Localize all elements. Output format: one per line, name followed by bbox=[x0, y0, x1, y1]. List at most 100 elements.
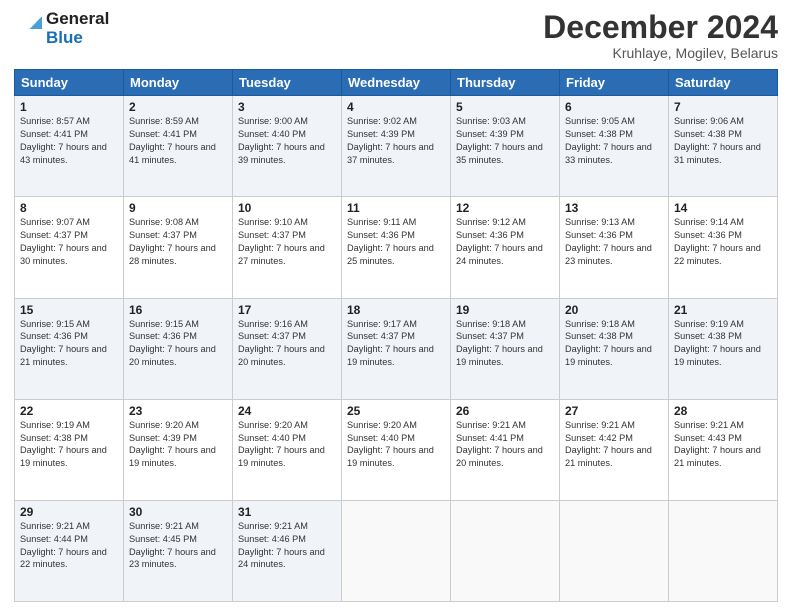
calendar-cell: 10Sunrise: 9:10 AMSunset: 4:37 PMDayligh… bbox=[233, 197, 342, 298]
calendar-cell: 15Sunrise: 9:15 AMSunset: 4:36 PMDayligh… bbox=[15, 298, 124, 399]
day-info: Sunrise: 9:21 AMSunset: 4:44 PMDaylight:… bbox=[20, 520, 118, 572]
calendar-cell: 24Sunrise: 9:20 AMSunset: 4:40 PMDayligh… bbox=[233, 399, 342, 500]
calendar-cell: 21Sunrise: 9:19 AMSunset: 4:38 PMDayligh… bbox=[669, 298, 778, 399]
day-info: Sunrise: 9:18 AMSunset: 4:37 PMDaylight:… bbox=[456, 318, 554, 370]
day-info: Sunrise: 9:21 AMSunset: 4:45 PMDaylight:… bbox=[129, 520, 227, 572]
day-number: 10 bbox=[238, 201, 336, 215]
calendar-cell: 6Sunrise: 9:05 AMSunset: 4:38 PMDaylight… bbox=[560, 96, 669, 197]
calendar-cell: 19Sunrise: 9:18 AMSunset: 4:37 PMDayligh… bbox=[451, 298, 560, 399]
day-number: 9 bbox=[129, 201, 227, 215]
day-info: Sunrise: 9:17 AMSunset: 4:37 PMDaylight:… bbox=[347, 318, 445, 370]
calendar-row-2: 8Sunrise: 9:07 AMSunset: 4:37 PMDaylight… bbox=[15, 197, 778, 298]
calendar-cell: 13Sunrise: 9:13 AMSunset: 4:36 PMDayligh… bbox=[560, 197, 669, 298]
calendar-cell: 18Sunrise: 9:17 AMSunset: 4:37 PMDayligh… bbox=[342, 298, 451, 399]
calendar-cell: 30Sunrise: 9:21 AMSunset: 4:45 PMDayligh… bbox=[124, 500, 233, 601]
day-info: Sunrise: 9:05 AMSunset: 4:38 PMDaylight:… bbox=[565, 115, 663, 167]
calendar-cell: 14Sunrise: 9:14 AMSunset: 4:36 PMDayligh… bbox=[669, 197, 778, 298]
day-number: 16 bbox=[129, 303, 227, 317]
day-info: Sunrise: 9:21 AMSunset: 4:43 PMDaylight:… bbox=[674, 419, 772, 471]
day-number: 7 bbox=[674, 100, 772, 114]
calendar-cell: 7Sunrise: 9:06 AMSunset: 4:38 PMDaylight… bbox=[669, 96, 778, 197]
calendar-row-3: 15Sunrise: 9:15 AMSunset: 4:36 PMDayligh… bbox=[15, 298, 778, 399]
calendar-row-5: 29Sunrise: 9:21 AMSunset: 4:44 PMDayligh… bbox=[15, 500, 778, 601]
day-info: Sunrise: 9:11 AMSunset: 4:36 PMDaylight:… bbox=[347, 216, 445, 268]
day-number: 27 bbox=[565, 404, 663, 418]
day-number: 5 bbox=[456, 100, 554, 114]
calendar-cell: 20Sunrise: 9:18 AMSunset: 4:38 PMDayligh… bbox=[560, 298, 669, 399]
day-number: 24 bbox=[238, 404, 336, 418]
day-info: Sunrise: 9:07 AMSunset: 4:37 PMDaylight:… bbox=[20, 216, 118, 268]
day-info: Sunrise: 9:18 AMSunset: 4:38 PMDaylight:… bbox=[565, 318, 663, 370]
calendar-table: SundayMondayTuesdayWednesdayThursdayFrid… bbox=[14, 69, 778, 602]
day-number: 18 bbox=[347, 303, 445, 317]
calendar-cell: 11Sunrise: 9:11 AMSunset: 4:36 PMDayligh… bbox=[342, 197, 451, 298]
day-info: Sunrise: 9:14 AMSunset: 4:36 PMDaylight:… bbox=[674, 216, 772, 268]
calendar-cell: 3Sunrise: 9:00 AMSunset: 4:40 PMDaylight… bbox=[233, 96, 342, 197]
day-number: 1 bbox=[20, 100, 118, 114]
day-number: 29 bbox=[20, 505, 118, 519]
day-info: Sunrise: 9:20 AMSunset: 4:40 PMDaylight:… bbox=[347, 419, 445, 471]
day-info: Sunrise: 9:21 AMSunset: 4:42 PMDaylight:… bbox=[565, 419, 663, 471]
calendar-header-wednesday: Wednesday bbox=[342, 70, 451, 96]
calendar-header-row: SundayMondayTuesdayWednesdayThursdayFrid… bbox=[15, 70, 778, 96]
day-number: 28 bbox=[674, 404, 772, 418]
day-info: Sunrise: 9:13 AMSunset: 4:36 PMDaylight:… bbox=[565, 216, 663, 268]
calendar-cell: 25Sunrise: 9:20 AMSunset: 4:40 PMDayligh… bbox=[342, 399, 451, 500]
day-number: 20 bbox=[565, 303, 663, 317]
day-info: Sunrise: 8:57 AMSunset: 4:41 PMDaylight:… bbox=[20, 115, 118, 167]
calendar-cell: 28Sunrise: 9:21 AMSunset: 4:43 PMDayligh… bbox=[669, 399, 778, 500]
day-number: 8 bbox=[20, 201, 118, 215]
calendar-cell: 9Sunrise: 9:08 AMSunset: 4:37 PMDaylight… bbox=[124, 197, 233, 298]
day-number: 3 bbox=[238, 100, 336, 114]
calendar-header-saturday: Saturday bbox=[669, 70, 778, 96]
day-info: Sunrise: 9:06 AMSunset: 4:38 PMDaylight:… bbox=[674, 115, 772, 167]
day-number: 2 bbox=[129, 100, 227, 114]
calendar-header-monday: Monday bbox=[124, 70, 233, 96]
page: General Blue December 2024 Kruhlaye, Mog… bbox=[0, 0, 792, 612]
day-info: Sunrise: 9:02 AMSunset: 4:39 PMDaylight:… bbox=[347, 115, 445, 167]
day-info: Sunrise: 9:20 AMSunset: 4:39 PMDaylight:… bbox=[129, 419, 227, 471]
day-info: Sunrise: 9:15 AMSunset: 4:36 PMDaylight:… bbox=[20, 318, 118, 370]
calendar-cell: 8Sunrise: 9:07 AMSunset: 4:37 PMDaylight… bbox=[15, 197, 124, 298]
day-number: 31 bbox=[238, 505, 336, 519]
calendar-cell bbox=[560, 500, 669, 601]
day-number: 25 bbox=[347, 404, 445, 418]
calendar-header-thursday: Thursday bbox=[451, 70, 560, 96]
calendar-cell: 1Sunrise: 8:57 AMSunset: 4:41 PMDaylight… bbox=[15, 96, 124, 197]
calendar-row-4: 22Sunrise: 9:19 AMSunset: 4:38 PMDayligh… bbox=[15, 399, 778, 500]
day-info: Sunrise: 9:10 AMSunset: 4:37 PMDaylight:… bbox=[238, 216, 336, 268]
calendar-cell bbox=[669, 500, 778, 601]
day-info: Sunrise: 9:03 AMSunset: 4:39 PMDaylight:… bbox=[456, 115, 554, 167]
header: General Blue December 2024 Kruhlaye, Mog… bbox=[14, 10, 778, 61]
day-info: Sunrise: 8:59 AMSunset: 4:41 PMDaylight:… bbox=[129, 115, 227, 167]
day-number: 30 bbox=[129, 505, 227, 519]
calendar-cell: 31Sunrise: 9:21 AMSunset: 4:46 PMDayligh… bbox=[233, 500, 342, 601]
day-number: 13 bbox=[565, 201, 663, 215]
day-info: Sunrise: 9:19 AMSunset: 4:38 PMDaylight:… bbox=[674, 318, 772, 370]
day-number: 19 bbox=[456, 303, 554, 317]
day-number: 14 bbox=[674, 201, 772, 215]
day-number: 11 bbox=[347, 201, 445, 215]
calendar-cell: 12Sunrise: 9:12 AMSunset: 4:36 PMDayligh… bbox=[451, 197, 560, 298]
day-info: Sunrise: 9:19 AMSunset: 4:38 PMDaylight:… bbox=[20, 419, 118, 471]
calendar-cell: 22Sunrise: 9:19 AMSunset: 4:38 PMDayligh… bbox=[15, 399, 124, 500]
calendar-cell bbox=[342, 500, 451, 601]
day-info: Sunrise: 9:00 AMSunset: 4:40 PMDaylight:… bbox=[238, 115, 336, 167]
title-block: December 2024 Kruhlaye, Mogilev, Belarus bbox=[543, 10, 778, 61]
day-number: 4 bbox=[347, 100, 445, 114]
day-number: 6 bbox=[565, 100, 663, 114]
day-info: Sunrise: 9:15 AMSunset: 4:36 PMDaylight:… bbox=[129, 318, 227, 370]
day-info: Sunrise: 9:12 AMSunset: 4:36 PMDaylight:… bbox=[456, 216, 554, 268]
calendar-cell: 23Sunrise: 9:20 AMSunset: 4:39 PMDayligh… bbox=[124, 399, 233, 500]
calendar-cell: 4Sunrise: 9:02 AMSunset: 4:39 PMDaylight… bbox=[342, 96, 451, 197]
day-info: Sunrise: 9:21 AMSunset: 4:41 PMDaylight:… bbox=[456, 419, 554, 471]
day-number: 22 bbox=[20, 404, 118, 418]
day-number: 17 bbox=[238, 303, 336, 317]
subtitle: Kruhlaye, Mogilev, Belarus bbox=[543, 45, 778, 61]
calendar-cell: 29Sunrise: 9:21 AMSunset: 4:44 PMDayligh… bbox=[15, 500, 124, 601]
day-number: 23 bbox=[129, 404, 227, 418]
calendar-cell: 27Sunrise: 9:21 AMSunset: 4:42 PMDayligh… bbox=[560, 399, 669, 500]
day-number: 26 bbox=[456, 404, 554, 418]
day-info: Sunrise: 9:20 AMSunset: 4:40 PMDaylight:… bbox=[238, 419, 336, 471]
logo-text: General Blue bbox=[46, 10, 109, 47]
